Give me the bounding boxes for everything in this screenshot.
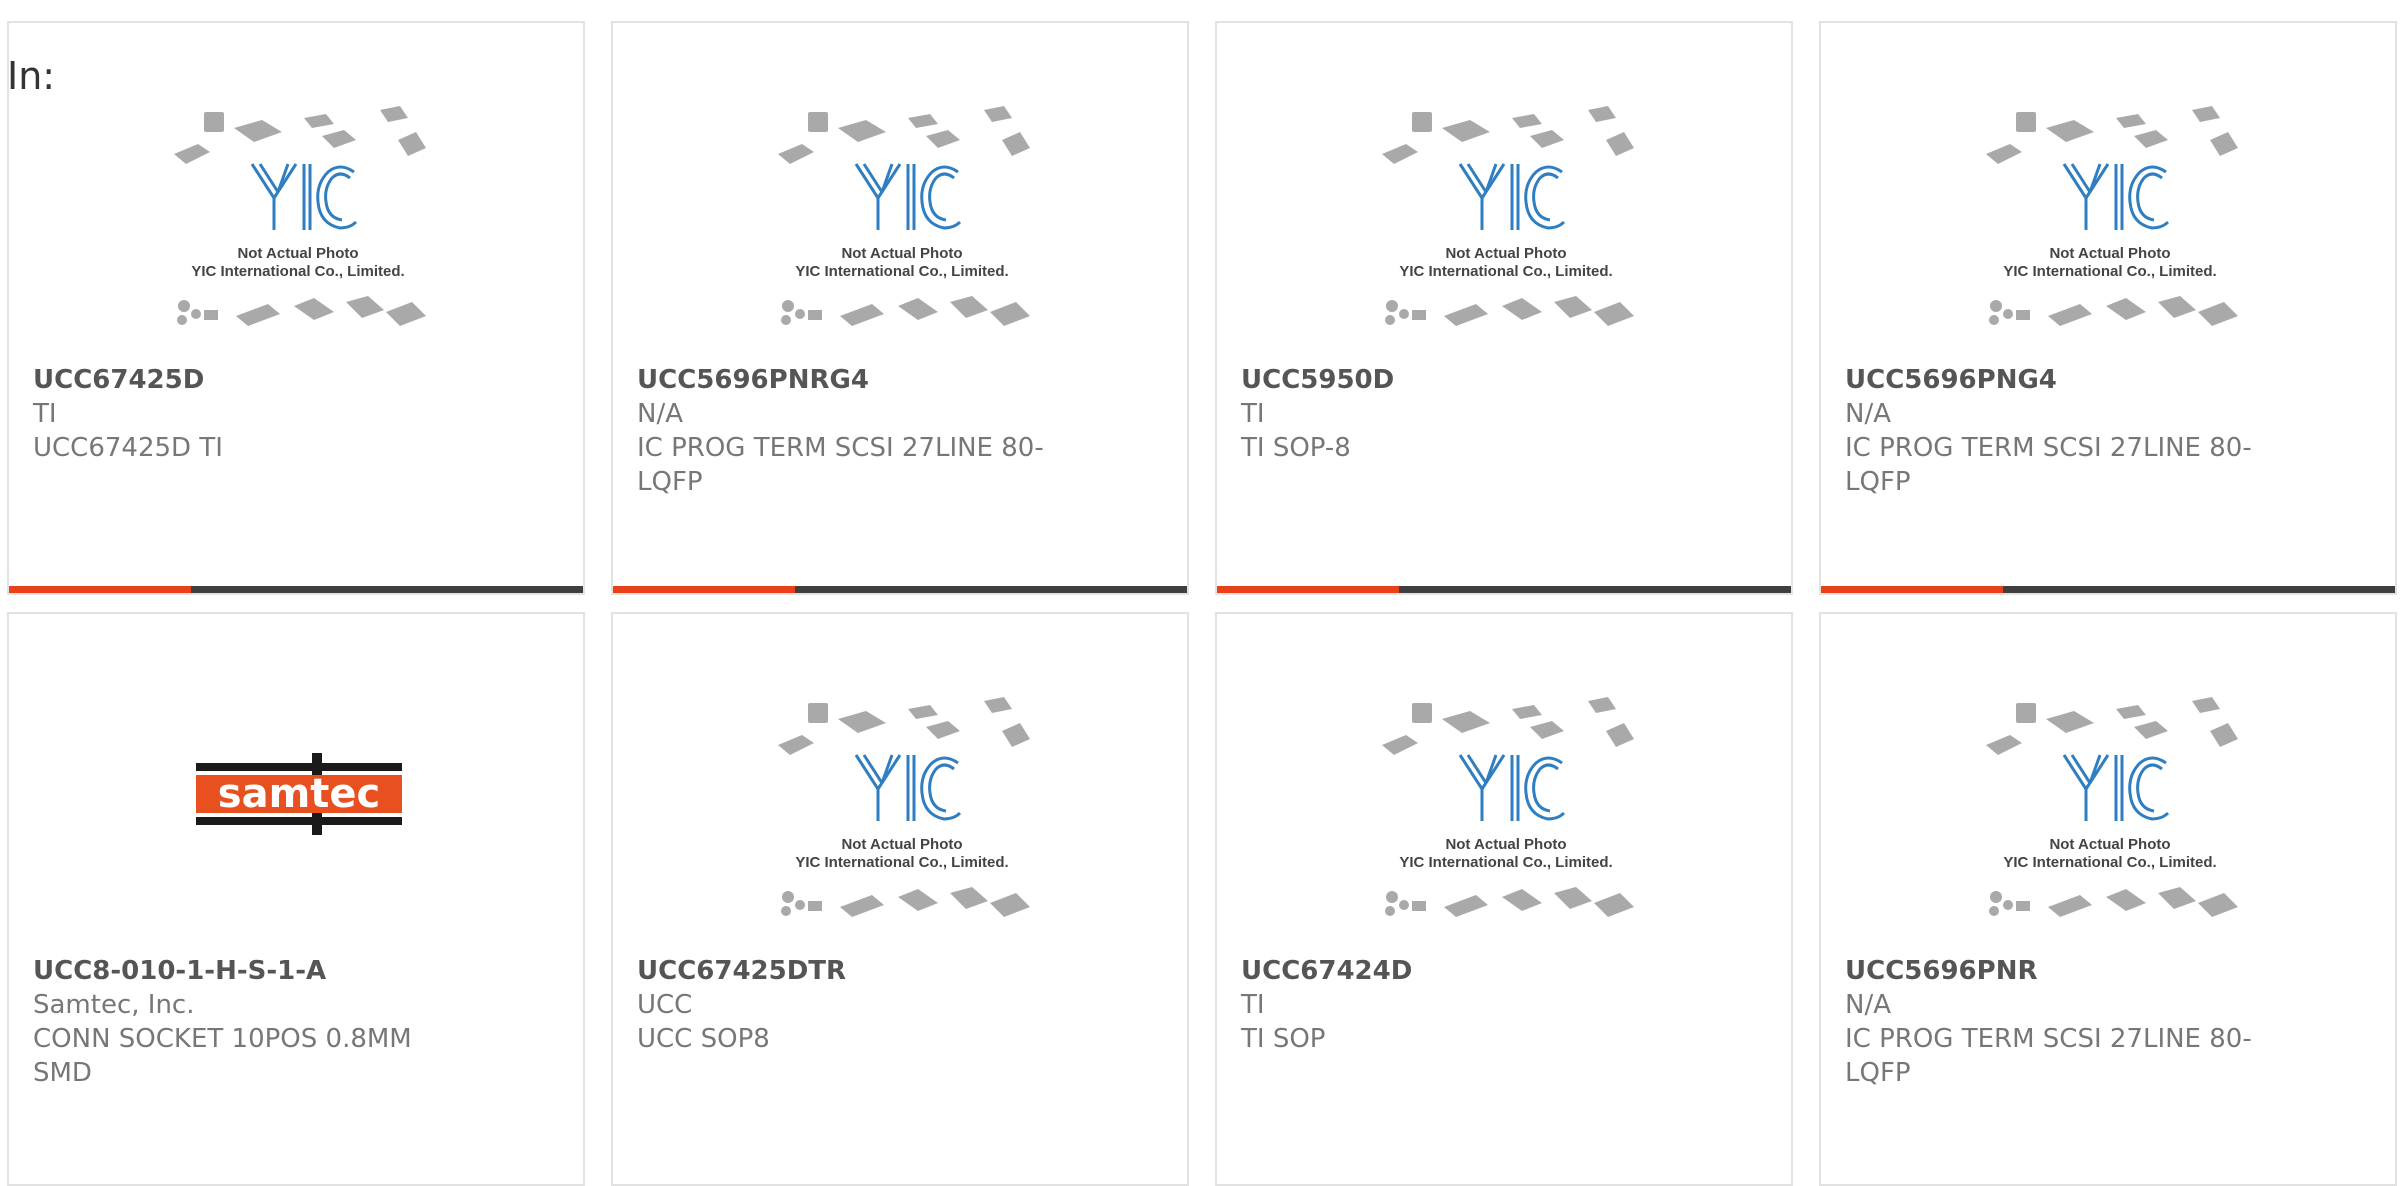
description: TI SOP (1241, 1024, 1326, 1054)
placeholder-caption-1: Not Actual Photo (2049, 245, 2170, 262)
manufacturer: UCC (637, 990, 693, 1020)
part-number-link[interactable]: UCC5696PNG4 (1845, 363, 2285, 397)
manufacturer: N/A (637, 399, 683, 429)
part-number-link[interactable]: UCC67425D (33, 363, 473, 397)
product-image[interactable]: Not Actual Photo YIC International Co., L… (1372, 697, 1640, 937)
part-number-link[interactable]: UCC67425DTR (637, 954, 1077, 988)
description: IC PROG TERM SCSI 27LINE 80-LQFP (1845, 1024, 2252, 1088)
product-card[interactable]: Not Actual Photo YIC International Co., L… (1819, 612, 2397, 1186)
product-card[interactable]: Not Actual Photo YIC International Co., L… (611, 21, 1189, 595)
part-number-link[interactable]: UCC5696PNRG4 (637, 363, 1077, 397)
manufacturer: TI (33, 399, 57, 429)
placeholder-caption-2: YIC International Co., Limited. (191, 263, 404, 280)
placeholder-caption-2: YIC International Co., Limited. (1399, 263, 1612, 280)
samtec-logo[interactable]: samtec (196, 751, 402, 837)
yic-placeholder-graphic: Not Actual PhotoYIC International Co., L… (778, 697, 1030, 917)
description: IC PROG TERM SCSI 27LINE 80-LQFP (1845, 433, 2252, 497)
product-card[interactable]: Not Actual Photo YIC International Co., L… (1215, 21, 1793, 595)
part-number-link[interactable]: UCC67424D (1241, 954, 1681, 988)
product-info: UCC67424D TI TI SOP (1241, 954, 1681, 1056)
product-image[interactable]: Not Actual Photo YIC International Co., L… (1976, 697, 2244, 937)
card-accent-bar (613, 586, 795, 593)
description: UCC SOP8 (637, 1024, 770, 1054)
yic-placeholder-graphic: Not Actual PhotoYIC International Co., L… (174, 106, 426, 326)
samtec-logo-graphic: samtec (196, 753, 402, 835)
product-image[interactable]: Not Actual Photo YIC International Co., L… (1372, 106, 1640, 346)
product-image[interactable]: Not Actual Photo YIC International Co., L… (1976, 106, 2244, 346)
product-info: UCC67425D TI UCC67425D TI (33, 363, 473, 465)
product-image[interactable]: Not Actual Photo YIC International Co., L… (768, 106, 1036, 346)
product-info: UCC5950D TI TI SOP-8 (1241, 363, 1681, 465)
product-info: UCC5696PNR N/A IC PROG TERM SCSI 27LINE … (1845, 954, 2285, 1090)
placeholder-caption-2: YIC International Co., Limited. (2003, 263, 2216, 280)
product-info: UCC8-010-1-H-S-1-A Samtec, Inc. CONN SOC… (33, 954, 473, 1090)
placeholder-caption-2: YIC International Co., Limited. (2003, 854, 2216, 871)
placeholder-caption-1: Not Actual Photo (841, 836, 962, 853)
manufacturer: Samtec, Inc. (33, 990, 195, 1020)
placeholder-caption-2: YIC International Co., Limited. (795, 263, 1008, 280)
yic-placeholder-graphic: Not Actual PhotoYIC International Co., L… (1986, 697, 2238, 917)
card-accent-bar (1821, 586, 2003, 593)
product-card[interactable]: Not Actual Photo YIC International Co., L… (1215, 612, 1793, 1186)
description: CONN SOCKET 10POS 0.8MM SMD (33, 1024, 412, 1088)
part-number-link[interactable]: UCC8-010-1-H-S-1-A (33, 954, 473, 988)
card-footer-bar (613, 586, 1187, 593)
card-footer-bar (9, 586, 583, 593)
yic-placeholder-graphic: Not Actual PhotoYIC International Co., L… (1986, 106, 2238, 326)
product-card[interactable]: Not Actual Photo YIC International Co., L… (611, 612, 1189, 1186)
card-accent-bar (9, 586, 191, 593)
description: IC PROG TERM SCSI 27LINE 80-LQFP (637, 433, 1044, 497)
card-footer-bar (1821, 586, 2395, 593)
placeholder-caption-1: Not Actual Photo (2049, 836, 2170, 853)
product-card[interactable]: Not Actual Photo YIC International Co., L… (7, 21, 585, 595)
yic-placeholder-graphic: Not Actual PhotoYIC International Co., L… (778, 106, 1030, 326)
samtec-logo-text: samtec (218, 771, 380, 817)
manufacturer: TI (1241, 399, 1265, 429)
manufacturer: N/A (1845, 399, 1891, 429)
yic-placeholder-graphic: Not Actual PhotoYIC International Co., L… (1382, 697, 1634, 917)
card-footer-bar (1217, 586, 1791, 593)
manufacturer: N/A (1845, 990, 1891, 1020)
description: TI SOP-8 (1241, 433, 1351, 463)
yic-placeholder-graphic: Not Actual PhotoYIC International Co., L… (1382, 106, 1634, 326)
part-number-link[interactable]: UCC5950D (1241, 363, 1681, 397)
placeholder-caption-2: YIC International Co., Limited. (1399, 854, 1612, 871)
product-info: UCC5696PNRG4 N/A IC PROG TERM SCSI 27LIN… (637, 363, 1077, 499)
product-info: UCC67425DTR UCC UCC SOP8 (637, 954, 1077, 1056)
placeholder-caption-1: Not Actual Photo (237, 245, 358, 262)
product-card[interactable]: Not Actual Photo YIC International Co., L… (1819, 21, 2397, 595)
placeholder-caption-1: Not Actual Photo (1445, 836, 1566, 853)
product-image[interactable]: Not Actual Photo YIC International Co., L… (164, 106, 432, 346)
manufacturer: TI (1241, 990, 1265, 1020)
placeholder-caption-2: YIC International Co., Limited. (795, 854, 1008, 871)
product-card[interactable]: samtec UCC8-010-1-H-S-1-A Samtec, Inc. C… (7, 612, 585, 1186)
placeholder-caption-1: Not Actual Photo (1445, 245, 1566, 262)
filter-label: In: (7, 54, 56, 98)
product-info: UCC5696PNG4 N/A IC PROG TERM SCSI 27LINE… (1845, 363, 2285, 499)
part-number-link[interactable]: UCC5696PNR (1845, 954, 2285, 988)
placeholder-caption-1: Not Actual Photo (841, 245, 962, 262)
card-accent-bar (1217, 586, 1399, 593)
description: UCC67425D TI (33, 433, 223, 463)
product-image[interactable]: Not Actual Photo YIC International Co., L… (768, 697, 1036, 937)
